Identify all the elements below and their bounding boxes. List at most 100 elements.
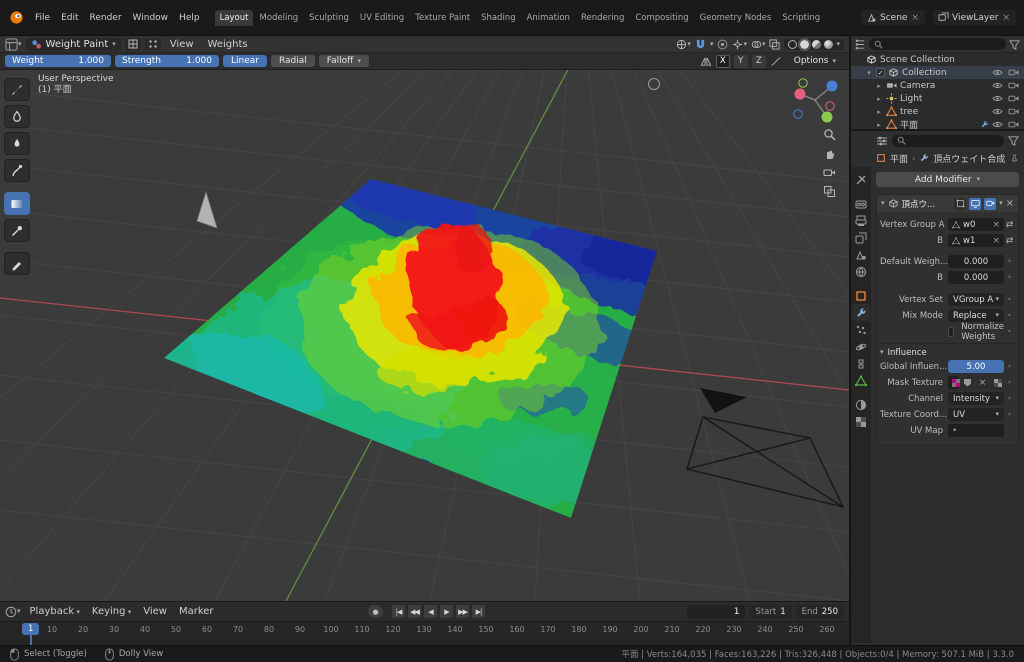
tab-view-layer[interactable]	[852, 229, 870, 246]
scene-unlink-icon[interactable]: ×	[910, 13, 920, 23]
tool-annotate[interactable]	[4, 252, 30, 275]
tool-gradient[interactable]	[4, 192, 30, 215]
tool-smear-brush[interactable]	[4, 159, 30, 182]
tab-constraints[interactable]	[852, 355, 870, 372]
falloff-dropdown[interactable]: Falloff▾	[319, 55, 369, 67]
falloff-linear-button[interactable]: Linear	[223, 55, 267, 67]
falloff-radial-button[interactable]: Radial	[271, 55, 315, 67]
view-menu[interactable]: View	[165, 38, 199, 51]
viewlayer-selector[interactable]: ViewLayer ×	[933, 10, 1016, 25]
tab-material[interactable]	[852, 396, 870, 413]
tab-rendering[interactable]: Rendering	[576, 10, 629, 26]
play-button[interactable]: ▶	[440, 605, 453, 618]
decorator-dot[interactable]: •	[1004, 378, 1015, 387]
tab-sculpting[interactable]: Sculpting	[304, 10, 354, 26]
mix-mode-dropdown[interactable]: Replace▾	[948, 309, 1004, 322]
disable-in-renders-icon[interactable]	[1008, 93, 1019, 104]
tab-texture[interactable]	[852, 413, 870, 430]
snap-toggle-icon[interactable]	[695, 39, 706, 50]
disable-in-renders-icon[interactable]	[1008, 80, 1019, 91]
frame-end-field[interactable]: End 250	[796, 605, 844, 619]
modifier-editmode-toggle[interactable]	[954, 198, 966, 210]
mirror-y-toggle[interactable]: Y	[734, 55, 748, 68]
shading-rendered-icon[interactable]	[824, 40, 833, 49]
hide-in-viewport-icon[interactable]	[992, 106, 1003, 117]
swap-groups-icon[interactable]: ⇄	[1004, 220, 1015, 230]
xray-toggle-icon[interactable]	[769, 39, 780, 50]
zoom-icon[interactable]	[823, 128, 836, 141]
timeline-ruler[interactable]: 1 10203040506070809010011012013014015016…	[0, 621, 849, 645]
menu-edit[interactable]: Edit	[56, 11, 83, 25]
disable-in-renders-icon[interactable]	[1008, 106, 1019, 117]
disclosure-triangle[interactable]: ▸	[875, 121, 883, 129]
properties-editor-icon[interactable]	[876, 135, 888, 147]
decorator-dot[interactable]: •	[1004, 394, 1015, 403]
tab-object[interactable]	[852, 287, 870, 304]
tab-render[interactable]	[852, 195, 870, 212]
tab-geometry-nodes[interactable]: Geometry Nodes	[695, 10, 777, 26]
disclosure-triangle[interactable]: ▸	[875, 82, 883, 90]
texture-coords-dropdown[interactable]: UV▾	[948, 408, 1004, 421]
decorator-dot[interactable]: •	[1004, 311, 1015, 320]
collection-checkbox[interactable]: ✓	[876, 68, 885, 77]
tab-compositing[interactable]: Compositing	[630, 10, 693, 26]
disclosure-triangle[interactable]: ▸	[875, 95, 883, 103]
decorator-dot[interactable]: •	[1004, 327, 1015, 336]
tool-blur-brush[interactable]	[4, 105, 30, 128]
frame-start-field[interactable]: Start 1	[749, 605, 791, 619]
blender-logo-icon[interactable]	[8, 10, 24, 26]
weight-slider[interactable]: Weight 1.000	[5, 55, 111, 67]
default-weight-b-field[interactable]: 0.000	[948, 271, 1004, 284]
tab-texture-paint[interactable]: Texture Paint	[410, 10, 475, 26]
tab-layout[interactable]: Layout	[215, 10, 254, 26]
mirror-z-toggle[interactable]: Z	[752, 55, 766, 68]
mirror-x-toggle[interactable]: X	[716, 55, 730, 68]
tool-sample-weight[interactable]	[4, 219, 30, 242]
shading-wireframe-icon[interactable]	[788, 40, 797, 49]
properties-search-input[interactable]	[892, 135, 1004, 147]
decorator-dot[interactable]: •	[1004, 257, 1015, 266]
play-reverse-button[interactable]: ◀	[424, 605, 437, 618]
mask-texture-field[interactable]: dis...	[948, 376, 959, 389]
outliner-row-light[interactable]: ▸Light	[851, 92, 1024, 105]
tab-animation[interactable]: Animation	[522, 10, 575, 26]
breadcrumb-object[interactable]: 平面	[890, 152, 908, 165]
weight-paint-plane[interactable]	[140, 130, 746, 520]
vertex-group-b-field[interactable]: w1 ×	[948, 234, 1004, 247]
add-modifier-button[interactable]: Add Modifier ▾	[876, 172, 1019, 187]
outliner-search-input[interactable]	[869, 38, 1006, 50]
tab-shading[interactable]: Shading	[476, 10, 521, 26]
global-influence-slider[interactable]: 5.00	[948, 360, 1004, 373]
tab-object-data[interactable]	[852, 372, 870, 389]
menu-window[interactable]: Window	[128, 11, 174, 25]
hide-in-viewport-icon[interactable]	[992, 119, 1003, 130]
playhead[interactable]: 1	[22, 623, 39, 635]
breadcrumb-modifier[interactable]: 頂点ウェイト合成	[933, 152, 1006, 165]
ortho-perspective-toggle-icon[interactable]	[823, 185, 836, 198]
hide-in-viewport-icon[interactable]	[992, 67, 1003, 78]
move-view-hand-icon[interactable]	[823, 147, 836, 160]
channel-dropdown[interactable]: Intensity▾	[948, 392, 1004, 405]
tab-tool[interactable]	[852, 171, 870, 188]
modifier-extras-dropdown-icon[interactable]: ▾	[999, 200, 1003, 207]
show-overlays-icon[interactable]: ▾	[751, 39, 766, 50]
menu-file[interactable]: File	[30, 11, 55, 25]
vertex-set-dropdown[interactable]: VGroup A and B▾	[948, 293, 1004, 306]
disclosure-triangle[interactable]: ▸	[875, 108, 883, 116]
camera-view-icon[interactable]	[823, 166, 836, 179]
tab-physics[interactable]	[852, 338, 870, 355]
proportional-editing-icon[interactable]	[717, 39, 728, 50]
prev-keyframe-button[interactable]: ◀◀	[408, 605, 421, 618]
outliner-display-mode-icon[interactable]	[855, 39, 866, 50]
disable-in-renders-icon[interactable]	[1008, 119, 1019, 130]
navigation-gizmo[interactable]	[789, 74, 841, 126]
next-keyframe-button[interactable]: ▶▶	[456, 605, 469, 618]
snap-dropdown-icon[interactable]: ▾	[710, 41, 714, 48]
menu-help[interactable]: Help	[174, 11, 205, 25]
clear-icon[interactable]: ×	[992, 220, 1000, 230]
decorator-dot[interactable]: •	[1004, 295, 1015, 304]
strength-slider[interactable]: Strength 1.000	[115, 55, 219, 67]
decorator-dot[interactable]: •	[1004, 410, 1015, 419]
tab-modeling[interactable]: Modeling	[254, 10, 303, 26]
current-frame-field[interactable]: 1	[687, 605, 745, 619]
